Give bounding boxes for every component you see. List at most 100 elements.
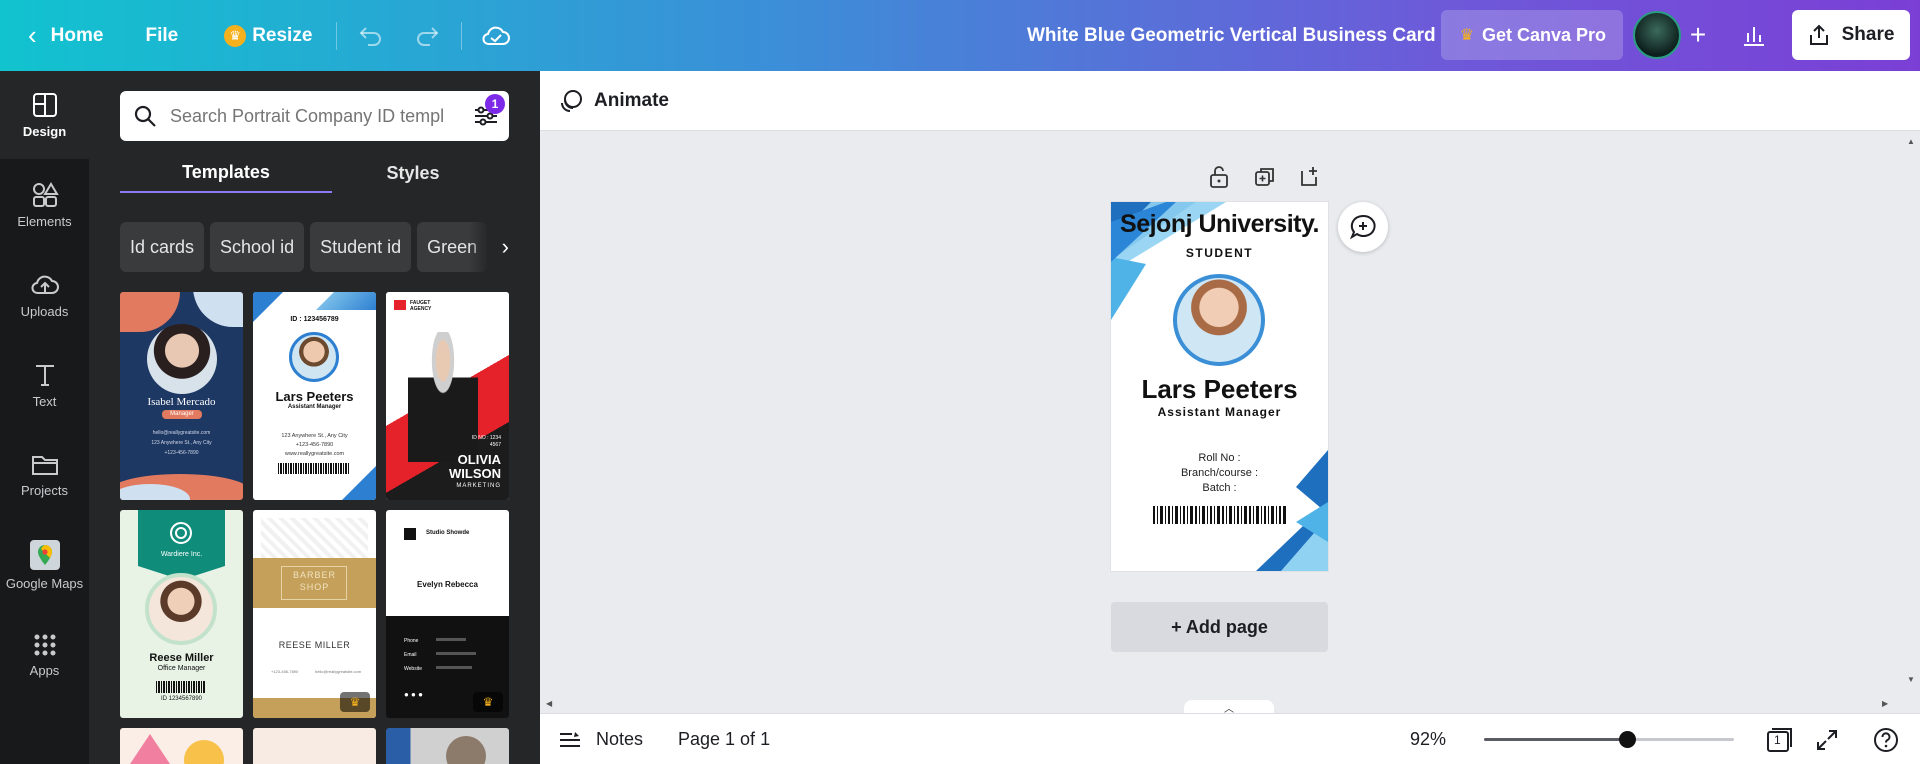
toolbar-divider — [461, 21, 463, 50]
left-rail: Design Elements Uploads Text Projects Go… — [0, 71, 89, 764]
chip-student-id[interactable]: Student id — [310, 222, 412, 272]
context-toolbar: Animate — [540, 71, 1920, 131]
template-brand: Wardiere Inc. — [160, 551, 203, 558]
template-id: ID : 123456789 — [290, 316, 339, 323]
barcode-icon[interactable] — [1153, 506, 1287, 524]
rail-item-google-maps[interactable]: Google Maps — [0, 521, 89, 609]
chip-id-cards[interactable]: Id cards — [120, 222, 205, 272]
notes-button[interactable]: Notes — [558, 714, 643, 764]
animate-button[interactable]: Animate — [540, 88, 669, 114]
share-button[interactable]: Share — [1792, 10, 1910, 60]
template-label: Phone — [404, 638, 419, 644]
zoom-slider-handle[interactable] — [1618, 731, 1636, 748]
redo-icon — [417, 26, 439, 46]
folder-icon — [31, 455, 58, 475]
search-input[interactable] — [170, 105, 460, 127]
template-brand: FAUGET AGENCY — [410, 300, 432, 312]
card-branch[interactable]: Branch/course : — [1111, 467, 1328, 479]
insights-button[interactable] — [1732, 13, 1776, 57]
rail-item-design[interactable]: Design — [0, 71, 89, 159]
template-name: Reese Miller — [149, 652, 214, 664]
rail-item-apps[interactable]: Apps — [0, 611, 89, 699]
chevron-right-icon[interactable]: › — [469, 222, 509, 272]
rail-item-text[interactable]: Text — [0, 341, 89, 429]
plus-icon: + — [1689, 19, 1707, 50]
save-status-button[interactable] — [474, 14, 518, 58]
template-subtitle: Manager — [162, 410, 202, 419]
page-grid-button[interactable]: 1 — [1762, 723, 1796, 757]
page-indicator[interactable]: Page 1 of 1 — [678, 714, 770, 764]
card-roll-no[interactable]: Roll No : — [1111, 452, 1328, 464]
zoom-slider[interactable] — [1484, 731, 1734, 748]
cloud-check-icon — [482, 26, 511, 45]
template-thumbnail[interactable] — [253, 728, 376, 764]
file-label: File — [145, 24, 179, 46]
scroll-right-icon[interactable]: ▶ — [1882, 699, 1888, 708]
redo-button[interactable] — [405, 14, 449, 58]
scroll-down-icon[interactable]: ▼ — [1907, 675, 1915, 684]
add-page-button[interactable]: + Add page — [1111, 602, 1328, 652]
shapes-icon — [32, 181, 59, 207]
template-thumbnail[interactable]: FAUGET AGENCY ID NO : 1234 4567 OLIVIA W… — [386, 292, 509, 500]
card-photo[interactable] — [1173, 274, 1265, 366]
template-line: +123-456-7890 — [271, 669, 299, 674]
design-page[interactable]: Sejonj University. STUDENT Lars Peeters … — [1111, 202, 1328, 571]
add-collaborator-button[interactable]: + — [1678, 15, 1718, 55]
pro-crown-icon: ♛ — [340, 692, 370, 712]
add-comment-button[interactable] — [1338, 202, 1388, 252]
home-button[interactable]: ‹ Home — [16, 14, 115, 58]
card-title[interactable]: Sejonj University. — [1111, 210, 1328, 239]
template-name: Lars Peeters — [275, 389, 354, 404]
rail-item-projects[interactable]: Projects — [0, 431, 89, 519]
get-canva-pro-button[interactable]: ♛ Get Canva Pro — [1441, 10, 1623, 60]
chip-school-id[interactable]: School id — [210, 222, 305, 272]
card-role[interactable]: Assistant Manager — [1111, 405, 1328, 419]
rail-item-uploads[interactable]: Uploads — [0, 251, 89, 339]
vertical-scrollbar[interactable]: ▲ ▼ — [1902, 131, 1920, 697]
template-thumbnail[interactable]: Isabel Mercado Manager hello@reallygreat… — [120, 292, 243, 500]
template-thumbnail[interactable]: ID : 123456789 Lars Peeters Assistant Ma… — [253, 292, 376, 500]
undo-button[interactable] — [349, 14, 393, 58]
fullscreen-button[interactable] — [1810, 723, 1844, 757]
user-avatar[interactable] — [1633, 11, 1681, 59]
card-batch[interactable]: Batch : — [1111, 482, 1328, 494]
tab-templates[interactable]: Templates — [120, 153, 332, 193]
panel-tabs: Templates Styles — [120, 153, 509, 193]
template-label: Website — [404, 666, 422, 672]
rail-item-elements[interactable]: Elements — [0, 161, 89, 249]
text-icon — [35, 364, 54, 386]
scroll-up-icon[interactable]: ▲ — [1907, 137, 1915, 146]
page-tools — [1204, 165, 1326, 191]
help-button[interactable] — [1869, 723, 1903, 757]
undo-icon — [359, 26, 382, 46]
template-thumbnail[interactable]: Wardiere Inc. Reese Miller Office Manage… — [120, 510, 243, 718]
add-page-icon[interactable] — [1298, 165, 1322, 189]
crown-icon: ♛ — [1459, 27, 1475, 44]
cloud-upload-icon — [30, 275, 59, 294]
lock-icon[interactable] — [1208, 165, 1230, 189]
template-thumbnail[interactable] — [386, 728, 509, 764]
zoom-slider-fill — [1484, 738, 1627, 741]
chevron-left-icon: ‹ — [28, 20, 37, 50]
zoom-level[interactable]: 92% — [1410, 714, 1446, 764]
notes-icon — [560, 731, 580, 747]
fingerprint-icon — [170, 522, 192, 544]
rail-label: Uploads — [20, 303, 69, 319]
template-thumbnail[interactable]: Studio Showde Evelyn Rebecca Phone Email… — [386, 510, 509, 718]
template-thumbnail[interactable]: BARBER SHOP REESE MILLER +123-456-7890 h… — [253, 510, 376, 718]
notes-label: Notes — [596, 729, 644, 749]
card-name[interactable]: Lars Peeters — [1111, 374, 1328, 405]
card-subtitle[interactable]: STUDENT — [1111, 246, 1328, 260]
template-search[interactable]: 1 — [120, 91, 509, 141]
template-photo — [147, 324, 217, 394]
template-subtitle: Office Manager — [157, 665, 206, 672]
document-title[interactable]: White Blue Geometric Vertical Business C… — [1027, 0, 1436, 71]
file-menu-button[interactable]: File — [133, 14, 190, 58]
scroll-left-icon[interactable]: ◀ — [546, 699, 552, 708]
show-pages-button[interactable]: ︿ — [1184, 700, 1274, 715]
duplicate-page-icon[interactable] — [1253, 165, 1277, 189]
resize-button[interactable]: ♛ Resize — [212, 14, 324, 58]
rail-label: Design — [22, 123, 67, 139]
template-thumbnail[interactable] — [120, 728, 243, 764]
tab-styles[interactable]: Styles — [316, 153, 510, 193]
